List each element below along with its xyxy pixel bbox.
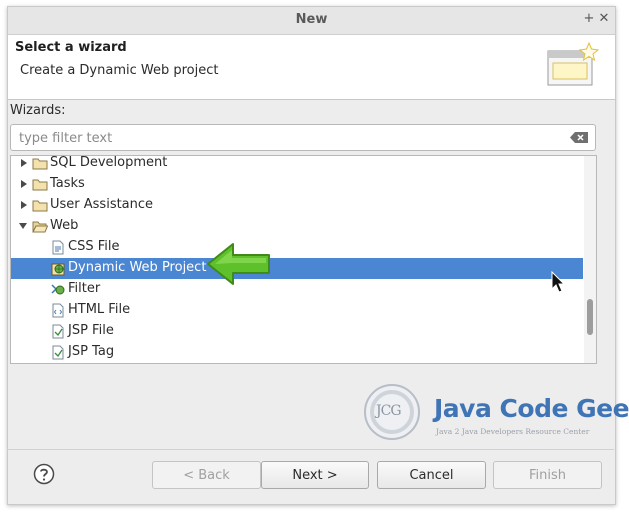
filter-input[interactable]: [17, 128, 561, 148]
logo-name: Java Code Geeks: [434, 394, 629, 423]
tree-item-web[interactable]: Web: [11, 216, 583, 237]
mouse-cursor-icon: [551, 271, 566, 293]
collapse-arrow-icon[interactable]: [18, 221, 28, 231]
title-bar: New + ✕: [8, 7, 615, 35]
folder-icon: [32, 200, 48, 212]
folder-icon: [32, 158, 48, 170]
open-folder-icon: [32, 221, 48, 233]
next-button[interactable]: Next >: [261, 461, 369, 489]
clear-filter-icon[interactable]: [570, 132, 588, 143]
jsp-tag-icon: [52, 345, 64, 360]
logo-monogram: JCG: [376, 403, 401, 419]
expand-arrow-icon[interactable]: [19, 179, 29, 189]
window-title: New: [295, 12, 328, 27]
finish-button[interactable]: Finish: [493, 461, 602, 489]
tree-item-jsp-tag[interactable]: JSP Tag: [11, 342, 583, 363]
cancel-button[interactable]: Cancel: [377, 461, 486, 489]
tree-item-tasks[interactable]: Tasks: [11, 174, 583, 195]
button-bar-separator: [7, 449, 614, 450]
header-subtitle: Create a Dynamic Web project: [20, 63, 219, 78]
tree-item-label: User Assistance: [50, 197, 154, 212]
tree-item-label: JSP File: [68, 323, 114, 338]
expand-arrow-icon[interactable]: [19, 158, 29, 168]
tree-item-label: Filter: [68, 281, 101, 296]
css-file-icon: [52, 240, 64, 255]
java-code-geeks-watermark: JCG Java Code Geeks Java 2 Java Develope…: [358, 380, 629, 442]
tree-item-label: CSS File: [68, 239, 120, 254]
tree-item-label: Tasks: [50, 176, 85, 191]
tree-item-label: SQL Development: [50, 155, 168, 170]
pointer-arrow-icon: [207, 243, 270, 285]
wizard-header: Select a wizard Create a Dynamic Web pro…: [8, 35, 615, 100]
tree-item-label: JSP Tag: [68, 344, 115, 359]
tree-item-sql-development[interactable]: SQL Development: [11, 155, 583, 174]
folder-icon: [32, 179, 48, 191]
help-icon[interactable]: [33, 463, 55, 485]
header-title: Select a wizard: [15, 40, 127, 55]
tree-item-filter[interactable]: Filter: [11, 279, 583, 300]
tree-item-css-file[interactable]: CSS File: [11, 237, 583, 258]
back-button[interactable]: < Back: [152, 461, 261, 489]
wizard-tree[interactable]: SQL Development Tasks User Assistance We…: [10, 155, 597, 364]
tree-scrollbar[interactable]: [584, 156, 596, 363]
tree-item-dynamic-web-project[interactable]: Dynamic Web Project: [11, 258, 583, 279]
tree-item-html-file[interactable]: HTML File: [11, 300, 583, 321]
tree-item-user-assistance[interactable]: User Assistance: [11, 195, 583, 216]
wizard-banner-icon: [547, 41, 600, 86]
filter-field[interactable]: [10, 124, 596, 151]
tree-item-jsp-file[interactable]: JSP File: [11, 321, 583, 342]
maximize-icon[interactable]: +: [582, 12, 596, 26]
tree-item-label: Web: [50, 218, 79, 233]
jsp-file-icon: [52, 324, 64, 339]
tree-item-label: HTML File: [68, 302, 131, 317]
wizards-label: Wizards:: [10, 103, 66, 118]
scrollbar-thumb[interactable]: [587, 299, 593, 335]
expand-arrow-icon[interactable]: [19, 200, 29, 210]
web-project-icon: [51, 263, 65, 276]
filter-icon: [51, 284, 65, 295]
logo-tagline: Java 2 Java Developers Resource Center: [436, 427, 590, 436]
tree-item-label: Dynamic Web Project: [68, 260, 207, 275]
html-file-icon: [52, 303, 64, 318]
close-icon[interactable]: ✕: [597, 12, 611, 26]
